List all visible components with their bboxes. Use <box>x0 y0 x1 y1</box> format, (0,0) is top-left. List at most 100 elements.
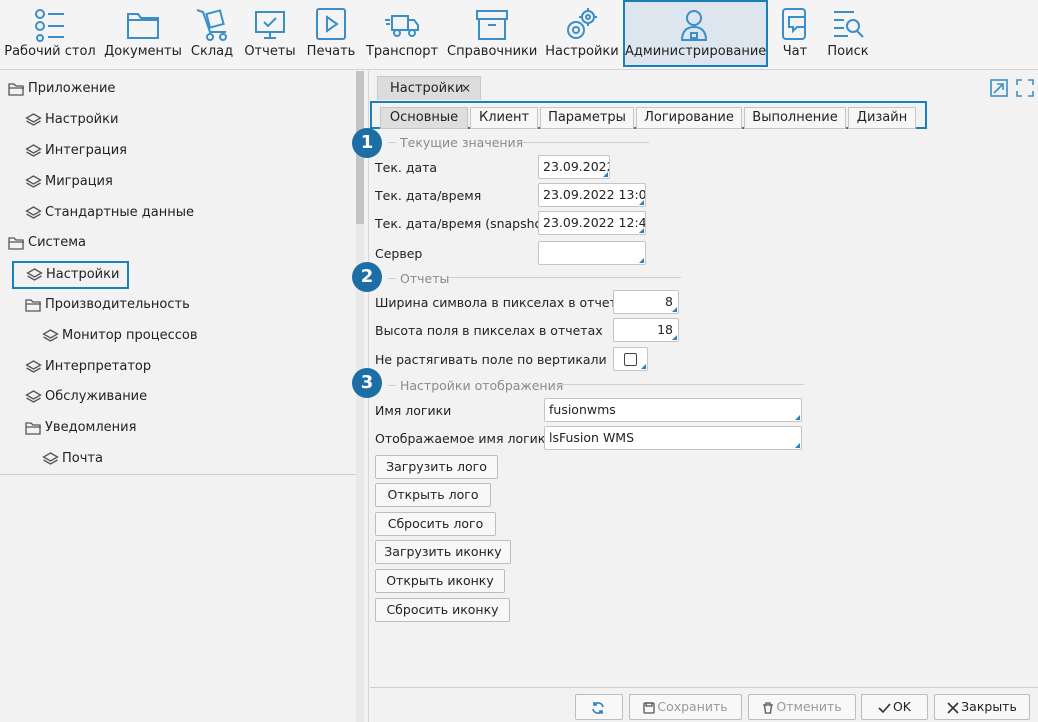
layers-icon <box>42 451 59 465</box>
current-date-field[interactable]: 23.09.2022 <box>538 155 610 179</box>
close-label: Закрыть <box>961 699 1017 714</box>
layers-icon <box>25 112 42 126</box>
toolbar-references-button[interactable]: Справочники <box>447 0 537 68</box>
logic-name-field[interactable]: fusionwms <box>544 398 802 422</box>
toolbar-label: Документы <box>104 44 182 59</box>
section-divider <box>448 277 681 278</box>
tree-item-migration[interactable]: Миграция <box>25 171 113 193</box>
field-label-logic-name: Имя логики <box>375 403 452 418</box>
toolbar-print-button[interactable]: Печать <box>305 0 357 68</box>
tree-item-app-settings[interactable]: Настройки <box>25 109 118 131</box>
tree-item-label: Настройки <box>45 112 119 127</box>
section-title-reports: Отчеты <box>400 271 450 286</box>
tree-item-system-settings[interactable]: Настройки <box>12 261 130 289</box>
toolbar-administration-button[interactable]: Администрирование <box>623 0 768 67</box>
layers-icon <box>25 359 42 373</box>
refresh-button[interactable] <box>575 694 623 720</box>
cancel-label: Отменить <box>776 699 842 714</box>
main-toolbar: Рабочий стол Документы Склад Отчеты Печа… <box>0 0 1038 70</box>
field-label-no-stretch: Не растягивать поле по вертикали <box>375 352 607 367</box>
tree-item-label: Настройки <box>46 267 120 282</box>
toolbar-transport-button[interactable]: Транспорт <box>365 0 439 68</box>
tree-item-mail[interactable]: Почта <box>42 448 103 470</box>
char-width-field[interactable]: 8 <box>613 290 679 314</box>
toolbar-dashboard-button[interactable]: Рабочий стол <box>0 0 100 68</box>
open-icon-button[interactable]: Открыть иконку <box>375 569 505 593</box>
close-tab-icon[interactable]: × <box>461 77 471 100</box>
folder-icon <box>127 13 159 39</box>
tree-item-notifications[interactable]: Уведомления <box>25 417 136 439</box>
close-button[interactable]: Закрыть <box>934 694 1030 720</box>
tree-item-label: Стандартные данные <box>45 205 195 220</box>
tab-client[interactable]: Клиент <box>470 107 538 129</box>
tree-item-process-monitor[interactable]: Монитор процессов <box>42 325 198 347</box>
toolbar-settings-button[interactable]: Настройки <box>545 0 619 68</box>
server-field[interactable] <box>538 241 646 265</box>
tab-execution[interactable]: Выполнение <box>744 107 846 129</box>
toolbar-reports-button[interactable]: Отчеты <box>244 0 296 68</box>
layers-icon <box>25 205 42 219</box>
toolbar-documents-button[interactable]: Документы <box>104 0 182 68</box>
fullscreen-icon[interactable] <box>1016 79 1034 97</box>
display-logic-name-field[interactable]: lsFusion WMS <box>544 426 802 450</box>
tab-basic[interactable]: Основные <box>380 107 468 129</box>
tree-item-label: Система <box>28 235 87 250</box>
toolbar-label: Рабочий стол <box>4 44 96 59</box>
tree-item-label: Производительность <box>45 297 190 312</box>
reset-logo-button[interactable]: Сбросить лого <box>375 512 496 536</box>
save-button[interactable]: Сохранить <box>629 694 742 720</box>
layers-icon <box>42 328 59 342</box>
tab-parameters[interactable]: Параметры <box>540 107 634 129</box>
field-label-current-date: Тек. дата <box>375 160 438 175</box>
snapshot-datetime-field[interactable]: 23.09.2022 12:48 <box>538 211 646 235</box>
toolbar-label: Настройки <box>545 44 619 59</box>
tab-settings[interactable]: Настройки × <box>377 76 481 100</box>
refresh-icon <box>592 701 604 714</box>
save-label: Сохранить <box>657 699 728 714</box>
toolbar-chat-button[interactable]: Чат <box>774 0 816 68</box>
tree-item-performance[interactable]: Производительность <box>25 294 190 316</box>
section-divider <box>556 384 804 385</box>
tree-item-interpreter[interactable]: Интерпретатор <box>25 356 151 378</box>
section-divider <box>388 278 396 279</box>
navigation-tree: Приложение Настройки Интеграция Миграция… <box>0 71 356 475</box>
upload-icon-button[interactable]: Загрузить иконку <box>375 540 511 564</box>
truck-icon <box>385 15 419 37</box>
upload-logo-button[interactable]: Загрузить лого <box>375 455 498 479</box>
cancel-button[interactable]: Отменить <box>748 694 856 720</box>
toolbar-warehouse-button[interactable]: Склад <box>189 0 235 68</box>
toolbar-label: Транспорт <box>365 44 439 59</box>
check-icon <box>878 702 891 713</box>
reset-icon-button[interactable]: Сбросить иконку <box>375 598 510 622</box>
checkbox-box[interactable] <box>624 353 637 366</box>
tab-logging[interactable]: Логирование <box>636 107 742 129</box>
tree-item-standard-data[interactable]: Стандартные данные <box>25 202 194 224</box>
open-logo-button[interactable]: Открыть лого <box>375 483 491 507</box>
field-label-snapshot-datetime: Тек. дата/время (snapshot) <box>375 216 552 231</box>
tree-item-label: Монитор процессов <box>62 328 198 343</box>
tab-design[interactable]: Дизайн <box>848 107 916 129</box>
tree-item-maintenance[interactable]: Обслуживание <box>25 386 147 408</box>
dashboard-icon <box>35 9 64 42</box>
toolbar-label: Справочники <box>447 44 538 59</box>
tree-item-integration[interactable]: Интеграция <box>25 140 127 162</box>
tab-label: Настройки <box>390 81 464 96</box>
section-divider <box>517 142 649 143</box>
ok-button[interactable]: OK <box>861 694 928 720</box>
trash-icon <box>763 701 774 714</box>
tree-item-label: Миграция <box>45 174 113 189</box>
no-stretch-checkbox[interactable] <box>613 347 648 371</box>
toolbar-search-button[interactable]: Поиск <box>822 0 874 68</box>
tree-item-label: Обслуживание <box>45 389 148 404</box>
folder-icon <box>25 421 41 435</box>
current-datetime-field[interactable]: 23.09.2022 13:05 <box>538 183 646 207</box>
tree-item-system[interactable]: Система <box>8 232 86 254</box>
chat-icon <box>782 8 806 40</box>
tree-item-application[interactable]: Приложение <box>8 78 115 100</box>
gears-icon <box>567 8 597 39</box>
box-icon <box>476 10 508 40</box>
folder-icon <box>25 298 41 312</box>
open-external-icon[interactable] <box>990 79 1008 97</box>
layers-icon <box>25 389 42 403</box>
field-height-field[interactable]: 18 <box>613 318 679 342</box>
